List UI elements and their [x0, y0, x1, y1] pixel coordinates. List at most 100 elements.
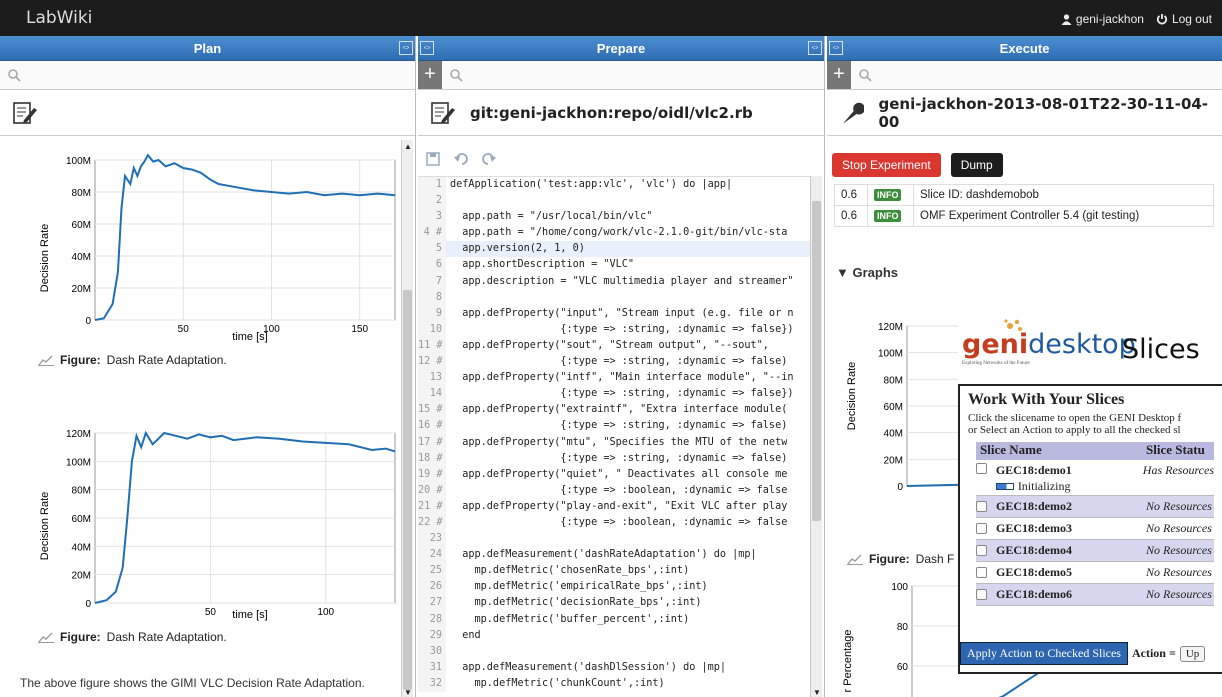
code-line[interactable]: 4 # app.path = "/home/cong/work/vlc-2.1.… [418, 225, 810, 242]
code-line[interactable]: 26 mp.defMetric('empiricalRate_bps',:int… [418, 579, 810, 596]
scroll-up-icon[interactable]: ▲ [404, 142, 412, 151]
stop-experiment-button[interactable]: Stop Experiment [832, 153, 941, 177]
code-line[interactable]: 27 mp.defMetric('decisionRate_bps',:int) [418, 595, 810, 612]
prepare-scrollbar[interactable]: ▼ [810, 176, 822, 697]
maximize-icon[interactable]: ⇔ [399, 41, 413, 55]
slice-checkbox[interactable] [976, 567, 987, 578]
code-line[interactable]: 30 [418, 643, 810, 660]
execute-search-input[interactable] [855, 64, 1218, 86]
code-line[interactable]: 15 # app.defProperty("extraintf", "Extra… [418, 402, 810, 419]
slice-name-link[interactable]: GEC18:demo5 [996, 565, 1072, 579]
y-tick-label: 100M [878, 349, 903, 360]
slice-name-link[interactable]: GEC18:demo6 [996, 587, 1072, 601]
undo-icon[interactable] [454, 152, 468, 166]
plan-scroll-thumb[interactable] [403, 290, 412, 690]
slice-name-link[interactable]: GEC18:demo3 [996, 521, 1072, 535]
code-line[interactable]: 11 # app.defProperty("sout", "Stream out… [418, 337, 810, 355]
apply-action-button[interactable]: Apply Action to Checked Slices [960, 642, 1128, 665]
code-editor[interactable]: 1 defApplication('test:app:vlc', 'vlc') d… [418, 176, 810, 697]
plan-header: Plan ⇔ [0, 36, 415, 61]
slice-checkbox[interactable] [976, 523, 987, 534]
code-line[interactable]: 1 defApplication('test:app:vlc', 'vlc') d… [418, 177, 810, 194]
plan-scrollbar[interactable]: ▲ ▼ [401, 140, 413, 697]
code-line[interactable]: 21 # app.defProperty("play-and-exit", "E… [418, 498, 810, 515]
prepare-header-title: Prepare [596, 41, 646, 56]
caption-label: Figure: [60, 353, 101, 367]
slice-name-link[interactable]: GEC18:demo2 [996, 499, 1072, 513]
code-line[interactable]: 5 app.version(2, 1, 0) [418, 241, 810, 258]
save-icon[interactable] [426, 152, 440, 166]
slice-checkbox[interactable] [976, 501, 987, 512]
line-text: app.defProperty("input", "Stream input (… [450, 307, 794, 319]
plan-chart-2: Decision Rate time [s] 0 20M 40M 60M 80M 100M… [39, 429, 396, 621]
maximize-right-icon[interactable]: ⇔ [808, 41, 822, 55]
code-line[interactable]: 9 app.defProperty("input", "Stream input… [418, 305, 810, 322]
slice-name-link[interactable]: GEC18:demo4 [996, 543, 1072, 557]
plan-chart-1-ylabel: Decision Rate [39, 224, 51, 292]
power-icon [1156, 14, 1167, 25]
line-number: 19 # [418, 466, 446, 483]
plan-doc-title [0, 90, 415, 136]
slice-checkbox[interactable] [976, 589, 987, 600]
x-tick-label: 100 [263, 324, 280, 335]
line-text: app.version(2, 1, 0) [450, 243, 585, 255]
slice-status: No Resources [1146, 587, 1212, 601]
slice-checkbox[interactable] [976, 545, 987, 556]
graphs-toggle[interactable]: ▼ Graphs [836, 265, 898, 280]
maximize-left-icon[interactable]: ⇔ [420, 41, 434, 55]
code-line[interactable]: 14 {:type => :string, :dynamic => false}… [418, 386, 810, 403]
log-table: 0.6 INFO Slice ID: dashdemobob 0.6 INFO … [834, 184, 1214, 227]
logout-link[interactable]: Log out [1156, 12, 1212, 26]
code-line[interactable]: 17 # app.defProperty("mtu", "Specifies t… [418, 434, 810, 451]
code-line[interactable]: 13 app.defProperty("intf", "Main interfa… [418, 370, 810, 387]
prepare-search-input[interactable] [446, 64, 820, 86]
log-level: INFO [866, 205, 915, 227]
code-line[interactable]: 7 app.description = "VLC multimedia play… [418, 273, 810, 290]
add-button[interactable]: + [418, 61, 442, 89]
slice-name-link[interactable]: GEC18:demo1 [996, 463, 1072, 477]
scroll-down-icon[interactable]: ▼ [404, 688, 412, 697]
line-text [446, 531, 450, 547]
code-line[interactable]: 32 mp.defMetric('chunkCount',:int) [418, 675, 810, 692]
caption-label: Figure: [60, 630, 101, 644]
slice-checkbox[interactable] [976, 463, 987, 474]
code-line[interactable]: 28 mp.defMetric('buffer_percent',:int) [418, 611, 810, 628]
code-line[interactable]: 29 end [418, 627, 810, 644]
plan-chart-2-ylabel: Decision Rate [39, 492, 51, 560]
code-line[interactable]: 24 app.defMeasurement('dashRateAdaptatio… [418, 547, 810, 564]
code-line[interactable]: 6 app.shortDescription = "VLC" [418, 257, 810, 274]
code-line[interactable]: 23 [418, 531, 810, 548]
code-line[interactable]: 3 app.path = "/usr/local/bin/vlc" [418, 209, 810, 226]
add-button[interactable]: + [827, 61, 851, 89]
logout-label: Log out [1171, 12, 1212, 26]
code-line[interactable]: 12 # {:type => :string, :dynamic => fals… [418, 354, 810, 371]
line-text [446, 290, 450, 306]
maximize-left-icon[interactable]: ⇔ [829, 41, 843, 55]
slice-status: Has Resources [1142, 463, 1214, 477]
scroll-down-icon[interactable]: ▼ [813, 688, 821, 697]
code-line[interactable]: 20 # {:type => :boolean, :dynamic => fal… [418, 482, 810, 499]
redo-icon[interactable] [482, 152, 496, 166]
dump-button[interactable]: Dump [950, 153, 1003, 177]
slice-status: No Resources [1146, 543, 1212, 557]
code-line[interactable]: 2 [418, 193, 810, 210]
code-line[interactable]: 25 mp.defMetric('chosenRate_bps',:int) [418, 563, 810, 580]
y-tick-label: 80 [897, 622, 909, 633]
app-name[interactable]: LabWiki [26, 8, 92, 28]
code-line[interactable]: 8 [418, 289, 810, 306]
code-line[interactable]: 16 # {:type => :string, :dynamic => fals… [418, 418, 810, 435]
action-select[interactable]: Up [1179, 645, 1206, 662]
line-number: 25 [418, 563, 446, 580]
line-number: 3 [418, 209, 446, 226]
line-text: app.defProperty("intf", "Main interface … [450, 372, 794, 384]
line-text: app.defMeasurement('dashRateAdaptation')… [450, 549, 757, 561]
code-line[interactable]: 19 # app.defProperty("quiet", " Deactiva… [418, 466, 810, 483]
plan-search-input[interactable] [4, 64, 411, 86]
code-line[interactable]: 18 # {:type => :string, :dynamic => fals… [418, 450, 810, 467]
code-line[interactable]: 10 {:type => :string, :dynamic => false}… [418, 321, 810, 338]
user-menu[interactable]: geni-jackhon [1061, 12, 1144, 26]
code-line[interactable]: 22 # {:type => :boolean, :dynamic => fal… [418, 514, 810, 532]
prepare-scroll-thumb[interactable] [812, 201, 821, 521]
code-line[interactable]: 31 app.defMeasurement('dashDlSession') d… [418, 659, 810, 676]
y-tick-label: 60 [897, 662, 909, 673]
